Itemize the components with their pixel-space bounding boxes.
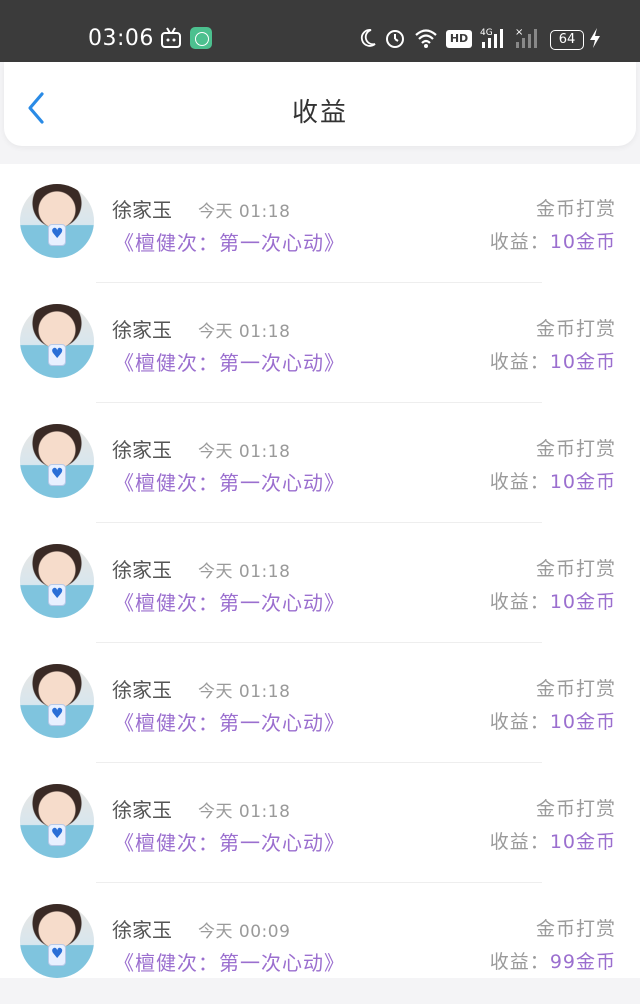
income-record-item[interactable]: 徐家玉 今天 01:18 《檀健次：第一次心动》 金币打赏收益：10金币: [0, 644, 640, 764]
income-amount: 10金币: [549, 351, 616, 373]
divider: [96, 762, 542, 763]
record-time: 今天 01:18: [198, 322, 291, 342]
income-record-item[interactable]: 徐家玉 今天 01:18 《檀健次：第一次心动》 金币打赏收益：10金币: [0, 284, 640, 404]
income-record-item[interactable]: 徐家玉 今天 01:18 《檀健次：第一次心动》 金币打赏收益：10金币: [0, 764, 640, 884]
signal-4g-icon: 4G: [480, 28, 503, 48]
divider: [96, 402, 542, 403]
avatar[interactable]: [20, 184, 94, 258]
income-label: 收益：: [489, 591, 550, 613]
avatar[interactable]: [20, 904, 94, 978]
record-type: 金币打赏: [535, 678, 616, 700]
heart-icon: [48, 344, 66, 366]
record-username: 徐家玉: [112, 678, 172, 702]
record-book-title[interactable]: 《檀健次：第一次心动》: [114, 347, 345, 376]
record-book-title[interactable]: 《檀健次：第一次心动》: [114, 827, 345, 856]
income-record-item[interactable]: 徐家玉 今天 01:18 《檀健次：第一次心动》 金币打赏收益：10金币: [0, 164, 640, 284]
income-amount: 10金币: [549, 831, 616, 853]
record-time: 今天 01:18: [198, 202, 291, 222]
record-book-title[interactable]: 《檀健次：第一次心动》: [114, 587, 345, 616]
page-title: 收益: [291, 98, 348, 128]
record-book-title[interactable]: 《檀健次：第一次心动》: [114, 467, 345, 496]
income-label: 收益：: [489, 471, 550, 493]
income-record-list: 徐家玉今天 01:18《檀健次：第一次心动》金币打赏收益：10金币徐家玉今天 0…: [0, 164, 640, 978]
record-time: 今天 00:09: [198, 922, 291, 942]
moon-icon: [360, 29, 376, 47]
tv-app-icon: [161, 27, 181, 48]
record-username: 徐家玉: [112, 198, 172, 222]
income-label: 收益：: [489, 951, 550, 973]
wifi-icon: [415, 29, 437, 48]
record-type: 金币打赏: [535, 438, 616, 460]
record-username: 徐家玉: [112, 918, 172, 942]
record-type: 金币打赏: [535, 198, 616, 220]
divider: [96, 282, 542, 283]
divider: [96, 882, 542, 883]
status-bar: 03:06 HD 4G × 64: [0, 0, 640, 62]
record-type: 金币打赏: [535, 558, 616, 580]
avatar[interactable]: [20, 664, 94, 738]
battery-icon: 64: [550, 30, 584, 50]
signal-no-service-icon: ×: [515, 27, 537, 48]
avatar[interactable]: [20, 784, 94, 858]
income-amount: 99金币: [549, 951, 616, 973]
income-amount: 10金币: [549, 711, 616, 733]
upload-app-icon: [190, 27, 212, 49]
avatar[interactable]: [20, 304, 94, 378]
income-amount: 10金币: [549, 471, 616, 493]
svg-text:4G: 4G: [480, 28, 493, 38]
record-time: 今天 01:18: [198, 562, 291, 582]
record-time: 今天 01:18: [198, 682, 291, 702]
record-username: 徐家玉: [112, 558, 172, 582]
record-book-title[interactable]: 《檀健次：第一次心动》: [114, 947, 345, 976]
alarm-icon: [386, 30, 404, 48]
heart-icon: [48, 944, 66, 966]
heart-icon: [48, 224, 66, 246]
charging-bolt-icon: [590, 28, 600, 48]
heart-icon: [48, 824, 66, 846]
income-label: 收益：: [489, 231, 550, 253]
record-book-title[interactable]: 《檀健次：第一次心动》: [114, 707, 345, 736]
divider: [96, 642, 542, 643]
status-time: 03:06: [88, 26, 154, 51]
income-label: 收益：: [489, 351, 550, 373]
income-record-item[interactable]: 徐家玉 今天 01:18 《檀健次：第一次心动》 金币打赏收益：10金币: [0, 524, 640, 644]
record-income: 收益：10金币: [490, 587, 616, 614]
income-amount: 10金币: [549, 591, 616, 613]
heart-icon: [48, 464, 66, 486]
record-income: 收益：10金币: [490, 347, 616, 374]
record-income: 收益：10金币: [490, 707, 616, 734]
heart-icon: [48, 704, 66, 726]
avatar[interactable]: [20, 544, 94, 618]
record-income: 收益：10金币: [490, 827, 616, 854]
income-label: 收益：: [489, 831, 550, 853]
income-amount: 10金币: [549, 231, 616, 253]
avatar[interactable]: [20, 424, 94, 498]
record-username: 徐家玉: [112, 438, 172, 462]
record-type: 金币打赏: [535, 318, 616, 340]
divider: [96, 522, 542, 523]
hd-icon: HD: [446, 30, 472, 48]
record-username: 徐家玉: [112, 318, 172, 342]
record-type: 金币打赏: [535, 798, 616, 820]
record-username: 徐家玉: [112, 798, 172, 822]
record-time: 今天 01:18: [198, 802, 291, 822]
income-label: 收益：: [489, 711, 550, 733]
income-record-item[interactable]: 徐家玉 今天 00:09 《檀健次：第一次心动》 金币打赏收益：99金币: [0, 884, 640, 1004]
svg-text:×: ×: [515, 27, 523, 38]
record-income: 收益：10金币: [490, 467, 616, 494]
record-income: 收益：99金币: [490, 947, 616, 974]
income-record-item[interactable]: 徐家玉 今天 01:18 《檀健次：第一次心动》 金币打赏收益：10金币: [0, 404, 640, 524]
record-time: 今天 01:18: [198, 442, 291, 462]
heart-icon: [48, 584, 66, 606]
page-header: 收益: [4, 62, 636, 146]
record-book-title[interactable]: 《檀健次：第一次心动》: [114, 227, 345, 256]
record-income: 收益：10金币: [490, 227, 616, 254]
record-type: 金币打赏: [535, 918, 616, 940]
